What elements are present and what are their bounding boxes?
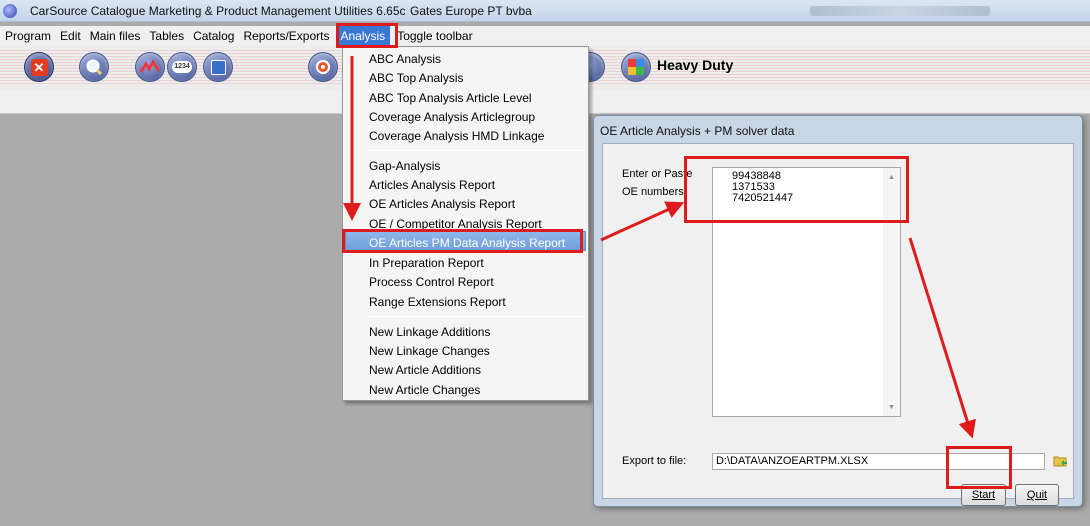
annotation-box-analysis-menu	[336, 23, 398, 48]
chart-button[interactable]	[135, 52, 165, 82]
tools-button[interactable]	[203, 52, 233, 82]
heavy-duty-button[interactable]	[621, 52, 651, 82]
menu-main-files[interactable]: Main files	[85, 26, 145, 46]
annotation-box-start-button	[946, 446, 1012, 489]
menu-program[interactable]: Program	[0, 26, 55, 46]
menu-coverage-analysis-hmd-linkage[interactable]: Coverage Analysis HMD Linkage	[369, 129, 544, 143]
quit-button[interactable]: Quit	[1015, 484, 1059, 506]
menu-range-extensions-report[interactable]: Range Extensions Report	[369, 295, 506, 309]
search-button[interactable]	[79, 52, 109, 82]
menu-abc-analysis[interactable]: ABC Analysis	[369, 52, 441, 66]
enter-label-line1: Enter or Paste	[622, 168, 693, 180]
folder-browse-icon[interactable]	[1053, 454, 1068, 468]
close-icon: ✕	[30, 58, 48, 76]
numbers-button[interactable]: 1234	[167, 52, 197, 82]
export-label: Export to file:	[622, 455, 687, 467]
menu-articles-analysis-report[interactable]: Articles Analysis Report	[369, 178, 495, 192]
menu-abc-top-analysis-article-level[interactable]: ABC Top Analysis Article Level	[369, 91, 532, 105]
analysis-menu: ABC Analysis ABC Top Analysis ABC Top An…	[342, 46, 589, 401]
menu-new-linkage-changes[interactable]: New Linkage Changes	[369, 344, 490, 358]
menu-separator	[369, 150, 583, 151]
menu-new-article-changes[interactable]: New Article Changes	[369, 383, 480, 397]
settings-button[interactable]	[308, 52, 338, 82]
number-icon: 1234	[172, 61, 192, 73]
close-button[interactable]: ✕	[24, 52, 54, 82]
title-bar: CarSource Catalogue Marketing & Product …	[0, 0, 1090, 22]
menu-in-preparation-report[interactable]: In Preparation Report	[369, 256, 484, 270]
chart-icon	[140, 59, 160, 73]
search-icon	[86, 59, 103, 76]
dialog-title: OE Article Analysis + PM solver data	[600, 124, 795, 138]
menu-edit[interactable]: Edit	[55, 26, 85, 46]
menu-new-article-additions[interactable]: New Article Additions	[369, 363, 481, 377]
menu-gap-analysis[interactable]: Gap-Analysis	[369, 159, 440, 173]
quit-button-label: Quit	[1026, 489, 1048, 501]
window-title: CarSource Catalogue Marketing & Product …	[30, 4, 406, 18]
menu-reports-exports[interactable]: Reports/Exports	[238, 26, 333, 46]
annotation-box-selected-report	[342, 229, 583, 253]
heavy-duty-label[interactable]: Heavy Duty	[657, 57, 733, 73]
start-button-label: Start	[971, 489, 996, 501]
app-icon	[3, 4, 17, 18]
tools-icon	[210, 59, 226, 75]
window-company: Gates Europe PT bvba	[410, 4, 532, 18]
settings-icon	[316, 60, 330, 74]
blurred-title-area	[810, 6, 990, 16]
menu-toggle-toolbar[interactable]: Toggle toolbar	[392, 26, 476, 46]
menu-oe-articles-analysis-report[interactable]: OE Articles Analysis Report	[369, 197, 515, 211]
scroll-down-icon[interactable]: ▼	[888, 404, 895, 411]
menu-coverage-analysis-articlegroup[interactable]: Coverage Analysis Articlegroup	[369, 110, 535, 124]
menu-catalog[interactable]: Catalog	[188, 26, 238, 46]
menu-abc-top-analysis[interactable]: ABC Top Analysis	[369, 71, 464, 85]
menu-new-linkage-additions[interactable]: New Linkage Additions	[369, 325, 490, 339]
puzzle-icon	[628, 59, 644, 75]
enter-label-line2: OE numbers:	[622, 186, 687, 198]
menu-process-control-report[interactable]: Process Control Report	[369, 275, 494, 289]
menu-bar: Program Edit Main files Tables Catalog R…	[0, 26, 1090, 46]
menu-tables[interactable]: Tables	[144, 26, 188, 46]
annotation-box-oe-numbers	[684, 156, 909, 223]
menu-separator	[369, 316, 583, 317]
